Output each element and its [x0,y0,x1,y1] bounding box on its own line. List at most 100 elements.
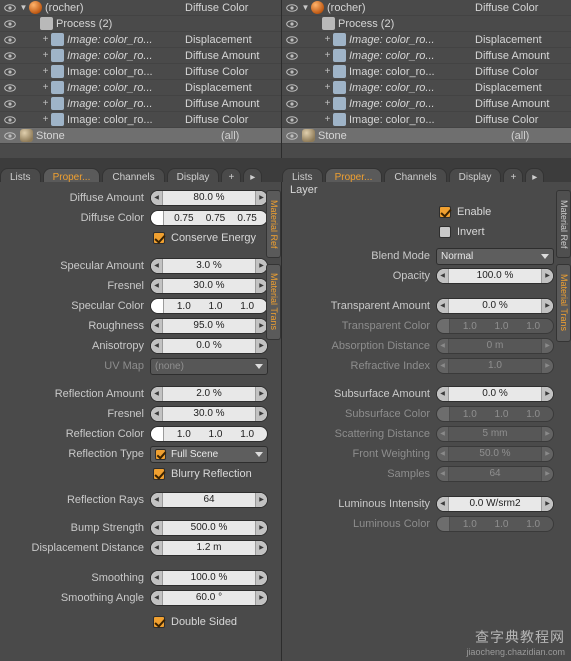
visibility-eye-icon[interactable] [2,113,18,127]
expand-plus-icon[interactable]: + [322,97,333,111]
reflection_amount-increment[interactable]: ▶ [255,387,267,401]
anisotropy-control[interactable]: ◀ 0.0 % ▶ [150,338,268,354]
reflection_color-control[interactable]: 1.0 1.0 1.0 [150,426,268,442]
visibility-eye-icon[interactable] [284,1,300,15]
samples-increment[interactable]: ▶ [541,467,553,481]
bump_strength-field[interactable]: ◀ 500.0 % ▶ [150,520,268,536]
displacement_distance-control[interactable]: ◀ 1.2 m ▶ [150,540,268,556]
reflection_type-checkbox[interactable] [155,448,166,460]
luminous_intensity-increment[interactable]: ▶ [541,497,553,511]
smoothing-decrement[interactable]: ◀ [151,571,163,585]
reflection_amount-control[interactable]: ◀ 2.0 % ▶ [150,386,268,402]
vtab-material-ref-left[interactable]: Material Ref [266,190,281,258]
refractive_index-increment[interactable]: ▶ [541,359,553,373]
outliner-row[interactable]: + Image: color_ro... Diffuse Color [0,64,281,80]
visibility-eye-icon[interactable] [284,129,300,143]
absorption_distance-control[interactable]: ◀ 0 m ▶ [436,338,554,354]
expand-plus-icon[interactable]: + [40,49,51,63]
visibility-eye-icon[interactable] [2,17,18,31]
subsurface_amount-increment[interactable]: ▶ [541,387,553,401]
specular_amount-field[interactable]: ◀ 3.0 % ▶ [150,258,268,274]
subsurface_amount-field[interactable]: ◀ 0.0 % ▶ [436,386,554,402]
visibility-eye-icon[interactable] [2,65,18,79]
front_weighting-increment[interactable]: ▶ [541,447,553,461]
smoothing-control[interactable]: ◀ 100.0 % ▶ [150,570,268,586]
visibility-eye-icon[interactable] [284,33,300,47]
outliner-row-selected[interactable]: Stone (all) [282,128,571,144]
specular_color-control[interactable]: 1.0 1.0 1.0 [150,298,268,314]
smoothing-field[interactable]: ◀ 100.0 % ▶ [150,570,268,586]
visibility-eye-icon[interactable] [284,81,300,95]
visibility-eye-icon[interactable] [2,49,18,63]
bump_strength-decrement[interactable]: ◀ [151,521,163,535]
absorption_distance-field[interactable]: ◀ 0 m ▶ [436,338,554,354]
roughness-field[interactable]: ◀ 95.0 % ▶ [150,318,268,334]
outliner-row[interactable]: Process (2) [0,16,281,32]
absorption_distance-increment[interactable]: ▶ [541,339,553,353]
anisotropy-decrement[interactable]: ◀ [151,339,163,353]
expand-plus-icon[interactable]: + [40,113,51,127]
visibility-eye-icon[interactable] [284,65,300,79]
reflection_type-dropdown[interactable]: Full Scene [150,445,268,463]
expand-triangle-icon[interactable]: ▼ [300,1,311,15]
right-outliner-pane[interactable]: ▼ (rocher) Diffuse Color Process (2) + Image:… [282,0,571,158]
front_weighting-decrement[interactable]: ◀ [437,447,449,461]
invert-checkbox[interactable] [439,226,451,238]
roughness-control[interactable]: ◀ 95.0 % ▶ [150,318,268,334]
reflection_fresnel-field[interactable]: ◀ 30.0 % ▶ [150,406,268,422]
specular_amount-control[interactable]: ◀ 3.0 % ▶ [150,258,268,274]
transparent_color-control[interactable]: 1.0 1.0 1.0 [436,318,554,334]
opacity-control[interactable]: ◀ 100.0 % ▶ [436,268,554,284]
visibility-eye-icon[interactable] [2,97,18,111]
subsurface_amount-decrement[interactable]: ◀ [437,387,449,401]
reflection_rays-field[interactable]: ◀ 64 ▶ [150,492,268,508]
transparent_amount-decrement[interactable]: ◀ [437,299,449,313]
specular_color-field[interactable]: 1.0 1.0 1.0 [150,298,268,314]
reflection_amount-decrement[interactable]: ◀ [151,387,163,401]
specular_amount-decrement[interactable]: ◀ [151,259,163,273]
expand-plus-icon[interactable]: + [322,113,333,127]
opacity-decrement[interactable]: ◀ [437,269,449,283]
specular_color-swatch[interactable] [151,299,164,313]
reflection_color-swatch[interactable] [151,427,164,441]
subsurface_color-control[interactable]: 1.0 1.0 1.0 [436,406,554,422]
diffuse_amount-decrement[interactable]: ◀ [151,191,163,205]
luminous_color-control[interactable]: 1.0 1.0 1.0 [436,516,554,532]
outliner-row[interactable]: + Image: color_ro... Diffuse Amount [282,96,571,112]
expand-plus-icon[interactable]: + [322,49,333,63]
outliner-row[interactable]: Process (2) [282,16,571,32]
expand-plus-icon[interactable]: + [40,97,51,111]
outliner-row[interactable]: + Image: color_ro... Diffuse Amount [282,48,571,64]
transparent_amount-control[interactable]: ◀ 0.0 % ▶ [436,298,554,314]
transparent_color-swatch[interactable] [437,319,450,333]
outliner-row[interactable]: + Image: color_ro... Diffuse Color [0,112,281,128]
samples-control[interactable]: ◀ 64 ▶ [436,466,554,482]
expand-plus-icon[interactable]: + [40,81,51,95]
outliner-row[interactable]: + Image: color_ro... Displacement [0,80,281,96]
expand-plus-icon[interactable]: + [322,65,333,79]
diffuse_amount-control[interactable]: ◀ 80.0 % ▶ [150,190,268,206]
bump_strength-increment[interactable]: ▶ [255,521,267,535]
reflection_fresnel-control[interactable]: ◀ 30.0 % ▶ [150,406,268,422]
reflection_rays-control[interactable]: ◀ 64 ▶ [150,492,268,508]
outliner-row[interactable]: + Image: color_ro... Displacement [282,80,571,96]
subsurface_color-field[interactable]: 1.0 1.0 1.0 [436,406,554,422]
left-outliner-pane[interactable]: ▼ (rocher) Diffuse Color Process (2) + Image:… [0,0,282,158]
blurry_reflection-control[interactable]: Blurry Reflection [150,466,268,482]
scattering_distance-control[interactable]: ◀ 5 mm ▶ [436,426,554,442]
conserve_energy-control[interactable]: Conserve Energy [150,230,268,246]
displacement_distance-increment[interactable]: ▶ [255,541,267,555]
scattering_distance-increment[interactable]: ▶ [541,427,553,441]
reflection_fresnel-increment[interactable]: ▶ [255,407,267,421]
refractive_index-control[interactable]: ◀ 1.0 ▶ [436,358,554,374]
specular_fresnel-decrement[interactable]: ◀ [151,279,163,293]
double_sided-row[interactable]: Double Sided [150,614,268,630]
samples-decrement[interactable]: ◀ [437,467,449,481]
smoothing_angle-field[interactable]: ◀ 60.0 ° ▶ [150,590,268,606]
outliner-row-selected[interactable]: Stone (all) [0,128,281,144]
transparent_amount-increment[interactable]: ▶ [541,299,553,313]
displacement_distance-decrement[interactable]: ◀ [151,541,163,555]
enable-control[interactable]: Enable [436,204,554,220]
reflection_type-control[interactable]: Full Scene [150,445,268,463]
specular_fresnel-control[interactable]: ◀ 30.0 % ▶ [150,278,268,294]
